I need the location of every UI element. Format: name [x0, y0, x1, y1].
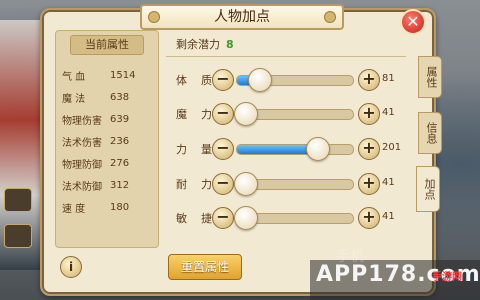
- attribute-row: 气 血 1514: [56, 64, 156, 86]
- close-button[interactable]: ✕: [400, 9, 426, 35]
- attribute-value: 312: [110, 179, 130, 191]
- tab-attributes[interactable]: 属性: [418, 56, 442, 98]
- stat-value: 41: [382, 177, 395, 188]
- attribute-name: 法术伤害: [62, 137, 102, 149]
- stat-slider-knob[interactable]: [234, 172, 258, 196]
- stat-value: 201: [382, 142, 402, 153]
- stat-slider-knob[interactable]: [234, 102, 258, 126]
- divider: [166, 56, 406, 57]
- attribute-name: 法术防御: [62, 181, 102, 193]
- attribute-value: 276: [110, 157, 130, 169]
- watermark-subtext: 手游网: [432, 272, 462, 283]
- attribute-name: 魔 法: [62, 93, 86, 105]
- stat-row-magic: 魔力 − + 41: [176, 102, 406, 126]
- attribute-row: 物理伤害 639: [56, 108, 156, 130]
- title-ornament-left: [148, 11, 160, 23]
- side-shortcut-button[interactable]: [4, 188, 32, 212]
- attribute-value: 236: [110, 135, 130, 147]
- panel-title-tab: 人物加点: [140, 4, 344, 30]
- attribute-row: 法术伤害 236: [56, 130, 156, 152]
- remaining-potential: 剩余潜力 8: [176, 36, 234, 52]
- decrease-button[interactable]: −: [212, 173, 234, 195]
- tab-add-points[interactable]: 加点: [416, 166, 440, 212]
- reset-attributes-button[interactable]: 重置属性: [168, 254, 242, 280]
- panel-title: 人物加点: [214, 9, 270, 25]
- increase-button[interactable]: +: [358, 69, 380, 91]
- decrease-button[interactable]: −: [212, 103, 234, 125]
- stat-slider-knob[interactable]: [305, 137, 330, 161]
- attribute-value: 638: [110, 91, 130, 103]
- stat-slider-knob[interactable]: [234, 206, 258, 230]
- attribute-name: 物理防御: [62, 159, 102, 171]
- increase-button[interactable]: +: [358, 103, 380, 125]
- attribute-list: 气 血 1514 魔 法 638 物理伤害 639 法术伤害 236 物理防御 …: [56, 64, 156, 218]
- stat-row-agility: 敏捷 − + 41: [176, 206, 406, 230]
- attribute-row: 魔 法 638: [56, 86, 156, 108]
- attribute-value: 180: [110, 201, 130, 213]
- chat-button[interactable]: [4, 224, 32, 248]
- stat-fill: [237, 145, 309, 154]
- stat-value: 41: [382, 211, 395, 222]
- info-button[interactable]: i: [60, 256, 82, 278]
- increase-button[interactable]: +: [358, 173, 380, 195]
- current-attributes-header: 当前属性: [70, 35, 144, 55]
- increase-button[interactable]: +: [358, 207, 380, 229]
- decrease-button[interactable]: −: [212, 69, 234, 91]
- stat-row-strength: 力量 − + 201: [176, 137, 406, 161]
- attribute-name: 气 血: [62, 71, 86, 83]
- stat-value: 41: [382, 107, 395, 118]
- stat-track: [236, 144, 354, 155]
- attribute-row: 速 度 180: [56, 196, 156, 218]
- remaining-potential-label: 剩余潜力: [176, 38, 220, 51]
- attribute-name: 物理伤害: [62, 115, 102, 127]
- attribute-value: 639: [110, 113, 130, 125]
- attribute-row: 物理防御 276: [56, 152, 156, 174]
- decrease-button[interactable]: −: [212, 207, 234, 229]
- stat-row-constitution: 体质 − + 81: [176, 68, 406, 92]
- attribute-row: 法术防御 312: [56, 174, 156, 196]
- increase-button[interactable]: +: [358, 138, 380, 160]
- stat-row-endurance: 耐力 − + 41: [176, 172, 406, 196]
- attribute-name: 速 度: [62, 203, 86, 215]
- title-ornament-right: [324, 11, 336, 23]
- stat-value: 81: [382, 73, 395, 84]
- decrease-button[interactable]: −: [212, 138, 234, 160]
- stat-slider-knob[interactable]: [247, 68, 272, 92]
- attribute-value: 1514: [110, 69, 136, 81]
- tab-info[interactable]: 信息: [418, 112, 442, 154]
- remaining-potential-value: 8: [226, 38, 234, 51]
